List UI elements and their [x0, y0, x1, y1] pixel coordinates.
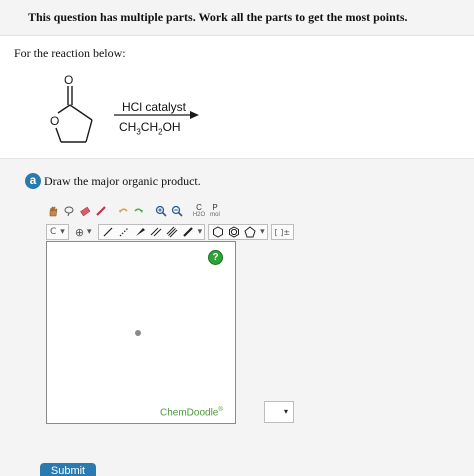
ring-bond: [69, 104, 93, 121]
help-icon[interactable]: ?: [208, 250, 223, 265]
chevron-down-icon: ▾: [60, 227, 65, 237]
part-instruction: Draw the major organic product.: [44, 174, 201, 188]
reaction-arrowhead: [190, 111, 199, 119]
chemdoodle-watermark: ChemDoodle®: [160, 407, 223, 418]
lactone-structure: [55, 86, 93, 143]
lasso-icon[interactable]: [62, 204, 76, 218]
charge-plus-icon: ⊕: [74, 225, 85, 239]
hand-icon[interactable]: [46, 204, 60, 218]
benzene-ring-icon[interactable]: [227, 225, 241, 239]
zoom-in-icon[interactable]: [154, 204, 168, 218]
part-badge: a: [25, 173, 41, 189]
clean-structure-button[interactable]: C H2O: [192, 203, 206, 219]
bracket-tool[interactable]: [ ]±: [270, 224, 295, 240]
watermark-text: ChemDoodle: [160, 407, 219, 419]
chevron-down-icon[interactable]: ▾: [260, 227, 265, 237]
wedge-bond-icon[interactable]: [133, 225, 147, 239]
editor-toolbar-bottom: C ▾ ⊕ ▾ ▾ ▾ []±: [46, 222, 297, 242]
triple-bond-icon[interactable]: [165, 225, 179, 239]
reagent-solvent: CH3CH2OH: [119, 120, 181, 137]
chevron-down-icon: ▾: [87, 227, 92, 237]
hexagon-ring-icon[interactable]: [211, 225, 225, 239]
drawing-canvas[interactable]: [46, 241, 236, 424]
chevron-down-icon[interactable]: ▾: [198, 227, 203, 237]
p-box-label: P: [212, 203, 218, 212]
undo-icon[interactable]: [116, 204, 130, 218]
submit-button[interactable]: Submit: [40, 463, 96, 476]
reaction-scheme: O O: [50, 73, 199, 143]
bond-tools: ▾: [97, 224, 206, 240]
bracket-icon: [ ]±: [274, 227, 291, 237]
perceive-button[interactable]: P mol: [208, 203, 222, 219]
bond-variant-icon[interactable]: [181, 225, 195, 239]
carbonyl-oxygen: O: [64, 73, 73, 87]
carbon-label: C: [50, 227, 57, 237]
reagent-catalyst: HCl catalyst: [122, 100, 187, 114]
ring-bond: [57, 104, 71, 114]
zoom-out-icon[interactable]: [170, 204, 184, 218]
dashed-bond-icon[interactable]: [117, 225, 131, 239]
single-bond-icon[interactable]: [101, 225, 115, 239]
ring-tools: ▾: [208, 224, 268, 240]
editor-toolbar-top: C H2O P mol: [46, 201, 224, 221]
clear-icon[interactable]: [94, 204, 108, 218]
registered-mark: ®: [218, 407, 223, 413]
double-bond-icon[interactable]: [149, 225, 163, 239]
p-box-sub: mol: [210, 212, 220, 218]
eraser-icon[interactable]: [78, 204, 92, 218]
ring-oxygen: O: [50, 114, 59, 128]
redo-icon[interactable]: [132, 204, 146, 218]
c-box-label: C: [196, 203, 202, 212]
ring-bond: [85, 119, 93, 143]
answer-select[interactable]: [264, 401, 294, 423]
canvas-center-dot: [135, 330, 141, 336]
ring-bond: [55, 127, 62, 143]
carbon-atom-select[interactable]: C ▾: [46, 224, 69, 240]
pentagon-ring-icon[interactable]: [243, 225, 257, 239]
charge-select[interactable]: ⊕ ▾: [72, 224, 95, 240]
c-box-sub: H2O: [192, 212, 206, 218]
chevron-down-icon: ▾: [284, 407, 289, 416]
